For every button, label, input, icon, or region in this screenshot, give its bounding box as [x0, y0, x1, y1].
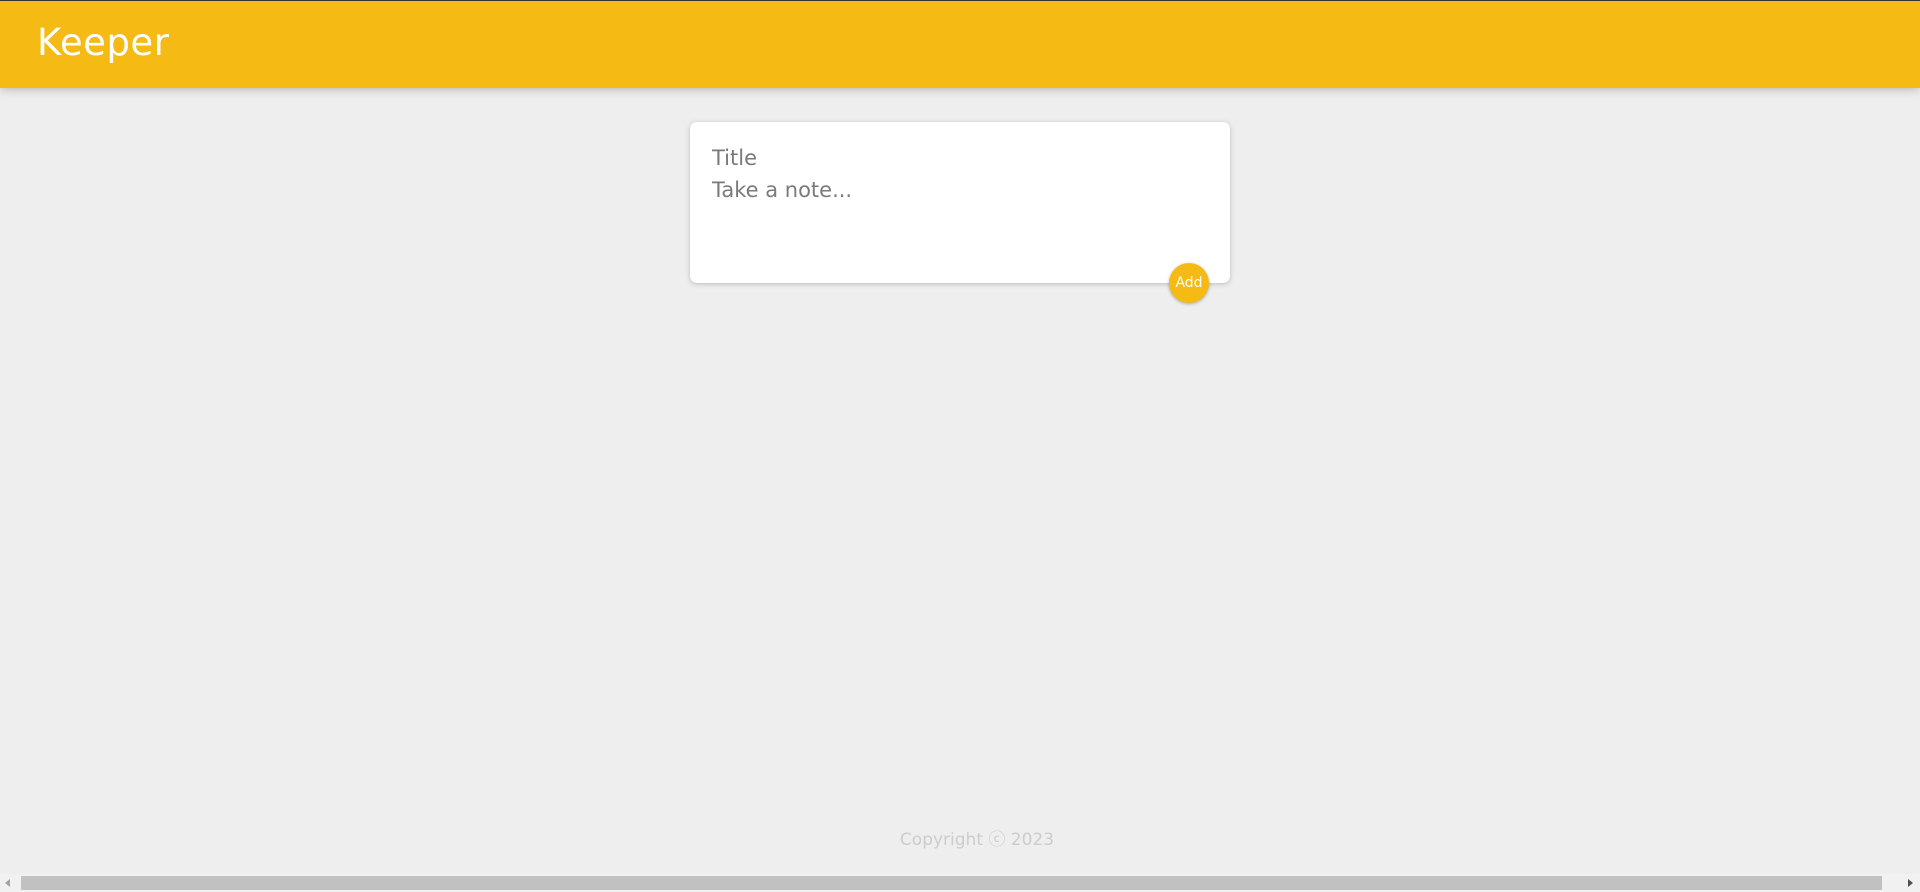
app-root: Keeper Add Copyright ⓒ 2023: [0, 0, 1920, 892]
app-logo: Keeper: [37, 21, 170, 64]
scroll-left-arrow-icon[interactable]: [5, 879, 10, 887]
app-header: Keeper: [0, 0, 1920, 88]
copyright-text: Copyright ⓒ 2023: [899, 830, 1055, 850]
scrollbar-thumb[interactable]: [21, 876, 1882, 890]
scroll-right-arrow-icon[interactable]: [1908, 879, 1913, 887]
note-content-textarea[interactable]: [712, 178, 1202, 258]
add-note-button[interactable]: Add: [1169, 263, 1209, 303]
horizontal-scrollbar[interactable]: [0, 874, 1920, 892]
app-footer: Copyright ⓒ 2023: [0, 825, 1920, 850]
create-note-form: [690, 122, 1230, 283]
note-title-input[interactable]: [712, 142, 1202, 174]
